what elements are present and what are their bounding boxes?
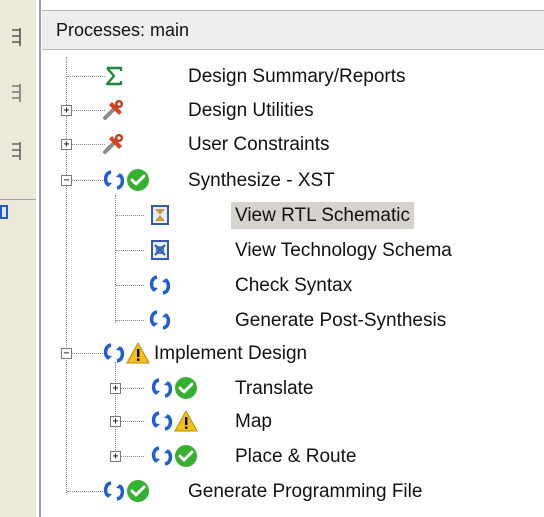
success-check-icon <box>174 376 198 400</box>
process-item-label: View RTL Schematic <box>235 205 410 226</box>
process-item-generate-post-synthesis[interactable]: Generate Post-Synthesis <box>42 304 544 337</box>
refresh-icon <box>150 376 174 400</box>
process-item-label: Synthesize - XST <box>188 170 335 191</box>
toolbar-tool-icon[interactable] <box>6 138 28 168</box>
process-item-implement-design[interactable]: Implement Design <box>42 337 544 370</box>
process-item-user-constraints[interactable]: User Constraints <box>42 128 544 161</box>
process-item-label: Generate Programming File <box>188 481 423 502</box>
process-item-label: Generate Post-Synthesis <box>235 310 447 331</box>
tools-icon <box>102 132 126 156</box>
process-item-place-and-route[interactable]: Place & Route <box>42 440 544 473</box>
refresh-icon <box>102 168 126 192</box>
refresh-icon <box>150 444 174 468</box>
process-item-label: Place & Route <box>235 446 357 467</box>
tech-schematic-icon <box>148 238 172 262</box>
success-check-icon <box>174 444 198 468</box>
process-item-label: View Technology Schema <box>235 240 452 261</box>
process-item-label: User Constraints <box>188 134 330 155</box>
toolbar-tool-icon[interactable] <box>6 80 28 110</box>
process-item-view-technology-schematic[interactable]: View Technology Schema <box>42 234 544 267</box>
processes-panel: Processes: main + + − − + + + Design Sum… <box>42 0 544 517</box>
process-item-label: Design Summary/Reports <box>188 66 406 87</box>
toolbar-tool-icon[interactable] <box>6 24 28 54</box>
process-item-label: Translate <box>235 378 314 399</box>
process-item-translate[interactable]: Translate <box>42 372 544 405</box>
process-item-generate-programming-file[interactable]: Generate Programming File <box>42 475 544 508</box>
process-item-design-summary[interactable]: Design Summary/Reports <box>42 60 544 93</box>
warning-icon <box>174 409 198 433</box>
toolbar-divider <box>0 199 36 200</box>
success-check-icon <box>126 479 150 503</box>
refresh-icon <box>102 341 126 365</box>
process-item-label: Design Utilities <box>188 100 314 121</box>
refresh-icon <box>102 479 126 503</box>
process-item-label: Implement Design <box>154 343 308 364</box>
sigma-icon <box>102 64 126 88</box>
process-item-map[interactable]: Map <box>42 405 544 438</box>
refresh-icon <box>148 273 172 297</box>
process-item-label: Map <box>235 411 272 432</box>
process-item-design-utilities[interactable]: Design Utilities <box>42 94 544 127</box>
refresh-icon <box>150 409 174 433</box>
tools-icon <box>102 98 126 122</box>
left-toolbar-strip <box>0 0 36 517</box>
process-item-label: Check Syntax <box>235 275 353 296</box>
rtl-schematic-icon <box>148 203 172 227</box>
process-item-synthesize-xst[interactable]: Synthesize - XST <box>42 164 544 197</box>
warning-icon <box>126 341 150 365</box>
process-item-view-rtl-schematic[interactable]: View RTL Schematic <box>42 199 544 232</box>
process-item-check-syntax[interactable]: Check Syntax <box>42 269 544 302</box>
refresh-icon <box>148 308 172 332</box>
success-check-icon <box>126 168 150 192</box>
window-icon[interactable] <box>0 205 8 219</box>
process-tree: + + − − + + + Design Summary/Reports Des… <box>42 0 544 517</box>
panel-border <box>39 0 41 517</box>
